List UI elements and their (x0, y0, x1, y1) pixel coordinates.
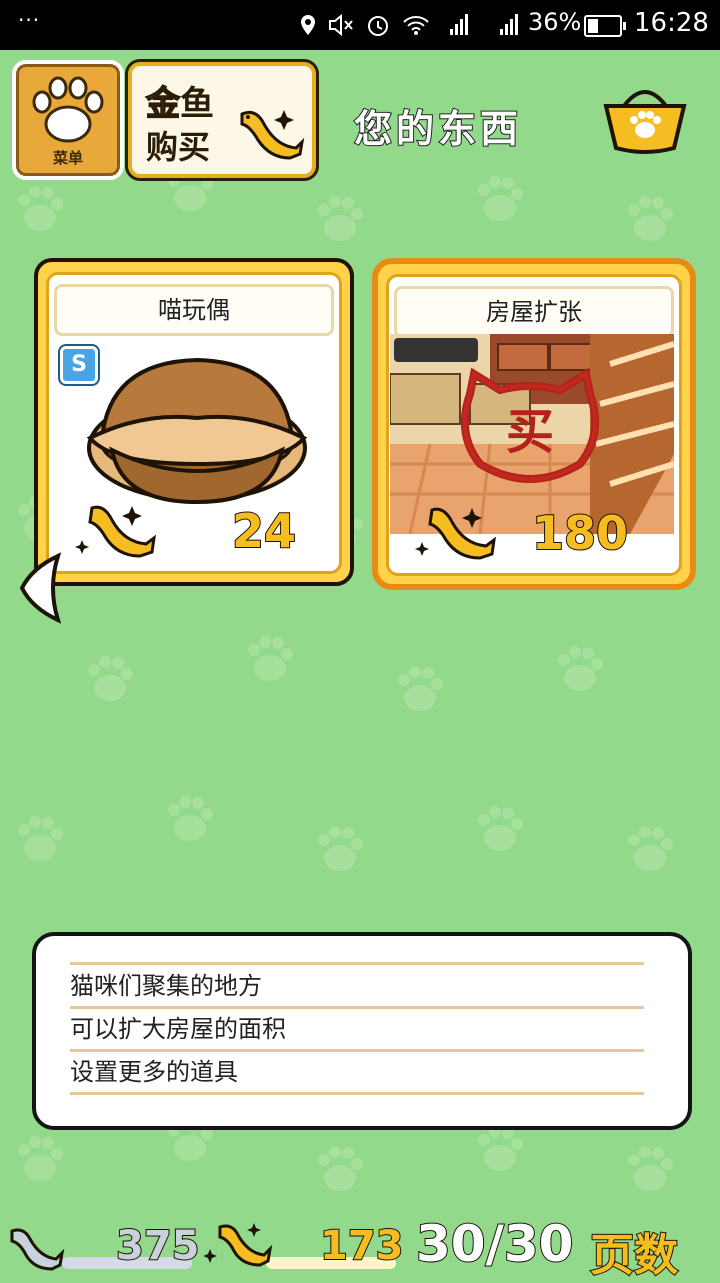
item-price: 180 (531, 505, 629, 561)
silver-fish-count: 375 (115, 1222, 200, 1270)
gold-fish-icon (204, 1223, 273, 1267)
buy-gold-fish-line1: 金鱼 (145, 76, 214, 125)
description-panel: 猫咪们聚集的地方 可以扩大房屋的面积 设置更多的道具 (32, 932, 692, 1130)
signal-3g-icon (500, 14, 518, 35)
signal-g-icon (450, 14, 468, 35)
currency-footer: 375 173 30/30 页数 (0, 1214, 720, 1282)
item-price: 24 (231, 503, 297, 559)
item-name: 房屋扩张 (394, 286, 674, 338)
battery-percent: 36% (528, 8, 582, 36)
menu-button[interactable]: 菜单 (12, 60, 124, 180)
prev-page-arrow-icon[interactable] (18, 552, 62, 624)
gold-fish-price-icon (415, 507, 496, 560)
wifi-icon (403, 16, 429, 35)
notification-dots: ··· (18, 8, 41, 32)
item-card-cat-doll[interactable]: 喵玩偶 S 24 (34, 258, 354, 586)
description-line: 设置更多的道具 (70, 1052, 644, 1095)
fish-char: 鱼 (180, 84, 214, 124)
buy-stamp: 买 (506, 404, 554, 460)
mute-icon (329, 14, 353, 36)
silver-fish-icon (10, 1228, 65, 1271)
page-label: 页数 (589, 1229, 679, 1282)
location-icon (301, 15, 315, 35)
status-icons (300, 10, 520, 40)
battery-icon (584, 15, 626, 37)
page-title: 您的东西 (353, 106, 523, 152)
status-bar: ··· 36% 16:28 (0, 0, 720, 50)
item-name: 喵玩偶 (54, 284, 334, 336)
paw-icon (32, 76, 104, 143)
gold-fish-icon (240, 110, 305, 160)
menu-label: 菜单 (52, 149, 83, 167)
buy-gold-fish-button[interactable]: 金鱼 购买 (125, 59, 319, 181)
gold-fish-count: 173 (319, 1222, 404, 1270)
clock: 16:28 (634, 8, 709, 38)
bun-cushion-icon (86, 357, 308, 505)
description-line: 猫咪们聚集的地方 (70, 966, 644, 1009)
item-card-house-expansion[interactable]: 房屋扩张 买 180 (372, 258, 696, 590)
gold-char: 金 (145, 83, 181, 125)
basket-icon[interactable] (602, 82, 688, 154)
alarm-icon (368, 16, 388, 36)
page-counter: 30/30 (415, 1214, 574, 1274)
buy-gold-fish-line2: 购买 (146, 128, 211, 166)
gold-fish-price-icon (75, 505, 156, 558)
description-line: 可以扩大房屋的面积 (70, 1009, 644, 1052)
